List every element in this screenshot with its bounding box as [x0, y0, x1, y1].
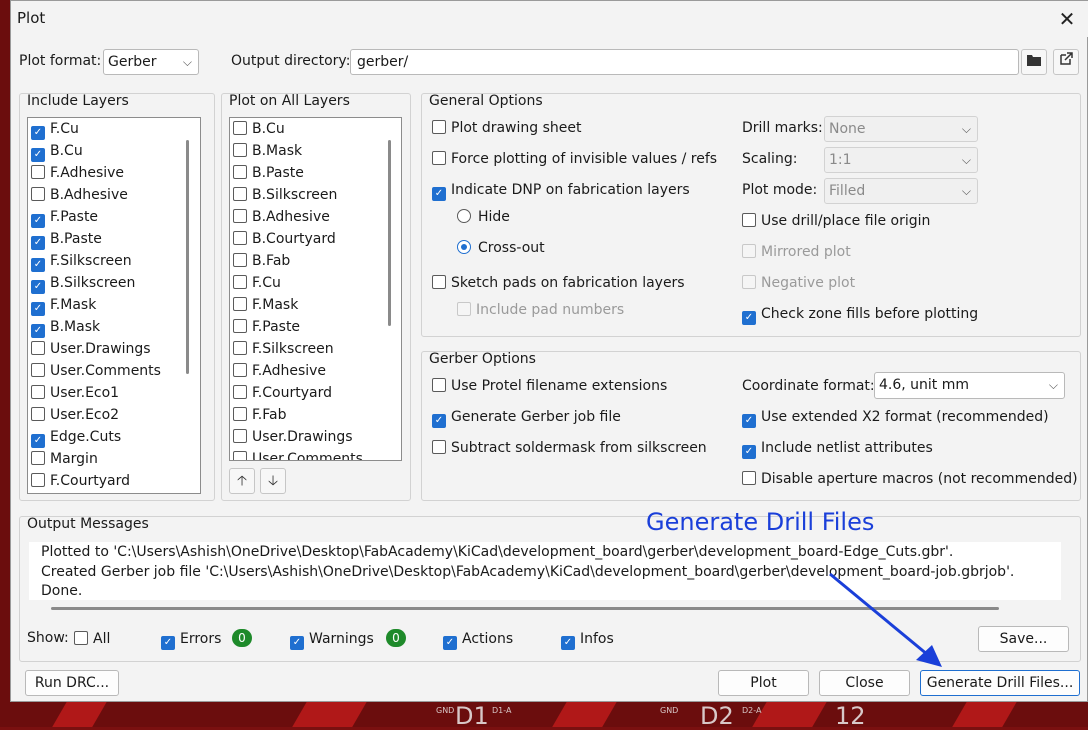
annotation-arrow-icon: [829, 572, 942, 667]
